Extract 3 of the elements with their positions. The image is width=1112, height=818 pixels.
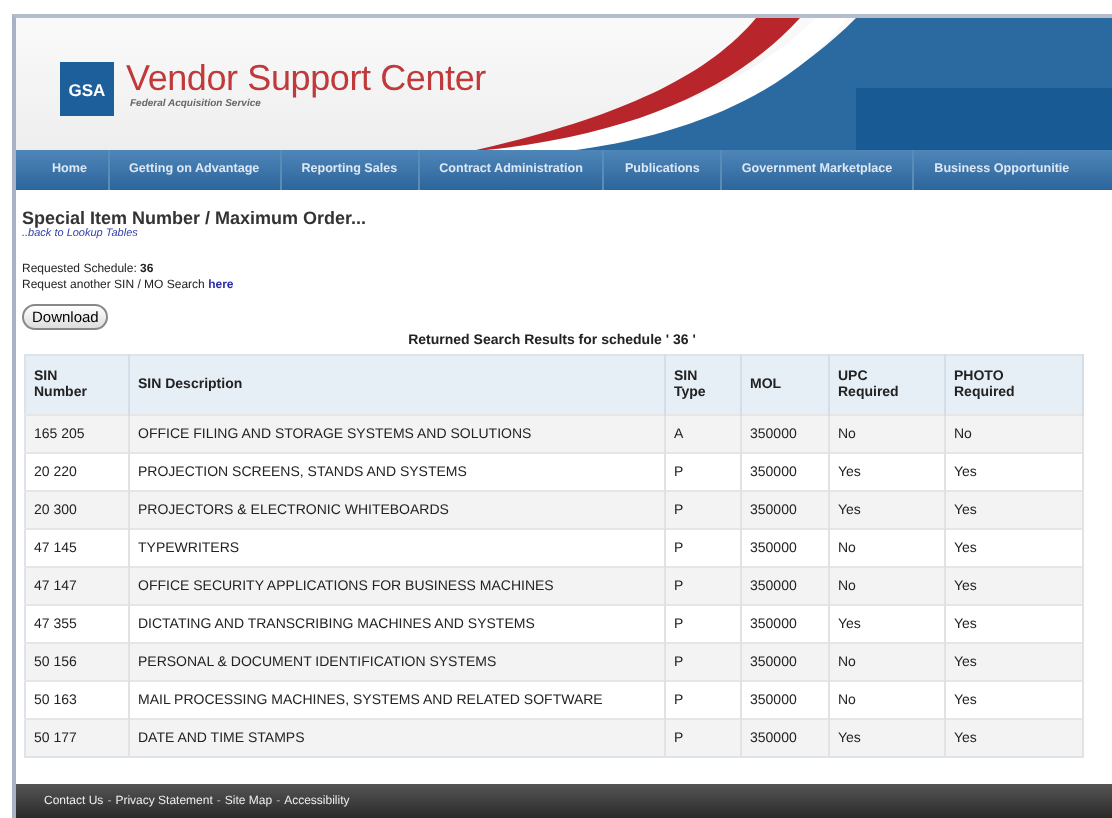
site-title: Vendor Support Center	[126, 62, 486, 96]
page-heading: Special Item Number / Maximum Order...	[22, 208, 369, 228]
gsa-logo[interactable]: GSA	[60, 62, 114, 116]
